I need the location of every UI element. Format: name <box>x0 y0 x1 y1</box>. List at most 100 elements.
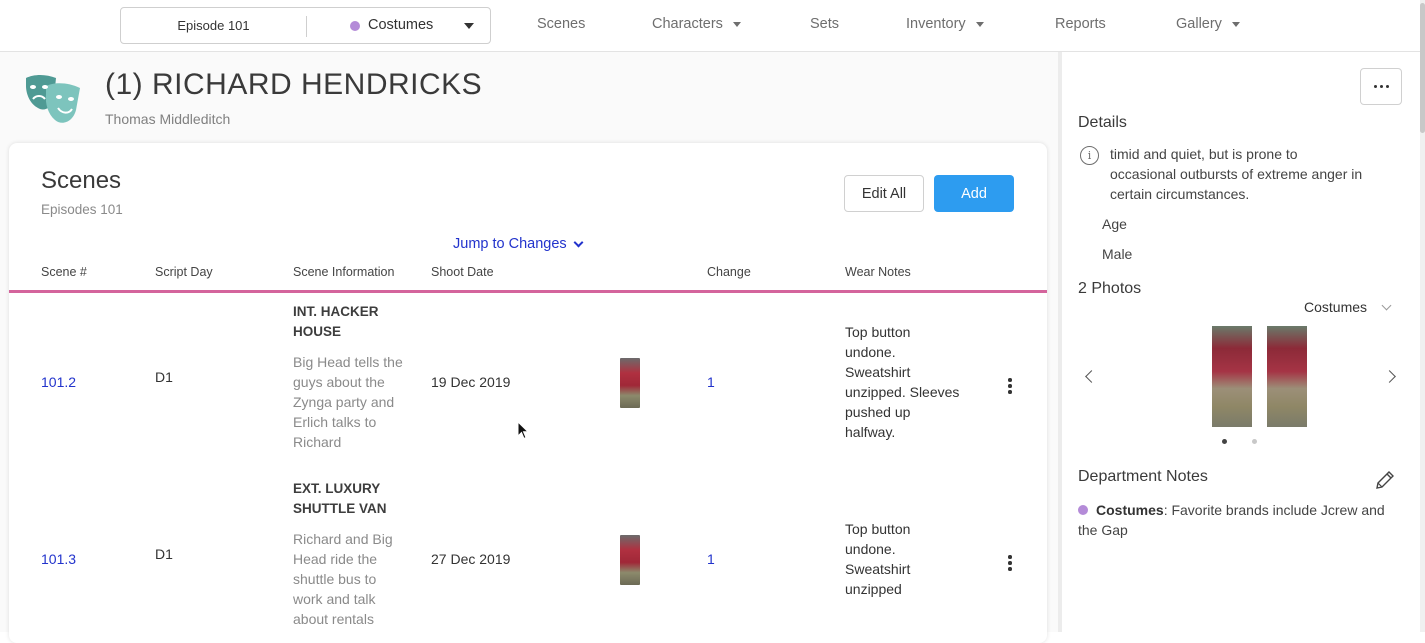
add-scene-button[interactable]: Add <box>934 175 1014 212</box>
change-number-link[interactable]: 1 <box>707 372 715 392</box>
gender-value: Male <box>1102 246 1133 262</box>
scenes-card-subtitle: Episodes 101 <box>41 202 123 217</box>
script-day: D1 <box>155 369 173 385</box>
photos-heading: 2 Photos <box>1078 280 1142 297</box>
wear-notes-line: unzipped <box>845 581 902 597</box>
mouse-cursor-icon <box>517 421 530 440</box>
chevron-down-icon <box>573 237 584 247</box>
pencil-edit-icon[interactable] <box>1374 469 1396 491</box>
change-number-link[interactable]: 1 <box>707 549 715 569</box>
costume-thumbnail[interactable] <box>620 535 640 585</box>
column-header-scene-info[interactable]: Scene Information <box>293 265 394 279</box>
photos-department-label: Costumes <box>1304 299 1368 315</box>
photos-department-dropdown[interactable]: Costumes <box>1304 299 1392 315</box>
wear-notes-line: undone. <box>845 541 896 557</box>
scene-information: EXT. LUXURY SHUTTLE VAN Richard and Big … <box>293 479 423 629</box>
scene-description-line: Zynga party and <box>293 394 395 410</box>
shoot-date: 19 Dec 2019 <box>431 374 511 390</box>
scene-description: Big Head tells the guys about the Zynga … <box>293 352 423 452</box>
scene-description-line: Head ride the <box>293 551 378 567</box>
top-navigation-bar: Episode 101 Costumes Scenes Characters S… <box>0 0 1425 52</box>
description-line: occasional outbursts of extreme anger in <box>1110 166 1363 182</box>
selector-divider <box>306 16 307 37</box>
department-note: Costumes: Favorite brands include Jcrew … <box>1078 500 1408 540</box>
department-note-text-line2: the Gap <box>1078 522 1128 538</box>
details-heading: Details <box>1078 114 1127 131</box>
scene-description-line: about rentals <box>293 611 374 627</box>
nav-inventory-label: Inventory <box>906 16 966 32</box>
chevron-down-icon <box>1381 300 1392 310</box>
caret-down-icon <box>975 21 984 27</box>
jump-to-changes-label: Jump to Changes <box>453 236 567 252</box>
department-color-dot <box>350 21 360 31</box>
column-header-shoot-date[interactable]: Shoot Date <box>431 265 494 279</box>
wear-notes-line: Top button <box>845 324 911 340</box>
department-note-department: Costumes <box>1096 502 1164 518</box>
row-more-menu-icon[interactable] <box>1008 555 1012 571</box>
scene-heading-line: INT. HACKER <box>293 304 379 319</box>
script-day: D1 <box>155 546 173 562</box>
scenes-card-title: Scenes <box>41 167 122 194</box>
info-icon: i <box>1080 146 1099 165</box>
nav-characters-label: Characters <box>652 16 723 32</box>
carousel-dot-active[interactable] <box>1222 439 1227 444</box>
nav-gallery[interactable]: Gallery <box>1176 16 1240 32</box>
scene-number-link[interactable]: 101.2 <box>41 372 76 392</box>
wear-notes-line: Sweatshirt <box>845 561 911 577</box>
nav-characters[interactable]: Characters <box>652 16 741 32</box>
scrollbar-thumb[interactable] <box>1420 3 1425 133</box>
carousel-dot[interactable] <box>1252 439 1257 444</box>
age-label: Age <box>1102 216 1127 232</box>
scene-description-line: Richard and Big <box>293 531 393 547</box>
shoot-date: 27 Dec 2019 <box>431 551 511 567</box>
scene-description-line: work and talk <box>293 591 376 607</box>
nav-sets[interactable]: Sets <box>810 16 839 32</box>
scene-description-line: shuttle bus to <box>293 571 377 587</box>
episode-department-selector[interactable]: Episode 101 Costumes <box>120 7 491 44</box>
caret-down-icon <box>1231 21 1240 27</box>
wear-notes-line: Sweatshirt <box>845 364 911 380</box>
department-notes-heading: Department Notes <box>1078 468 1208 485</box>
column-header-change[interactable]: Change <box>707 265 751 279</box>
caret-down-icon <box>732 21 741 27</box>
scene-heading-line: HOUSE <box>293 324 342 339</box>
episode-selector[interactable]: Episode 101 <box>121 8 306 43</box>
column-header-wear-notes[interactable]: Wear Notes <box>845 265 911 279</box>
costume-thumbnail[interactable] <box>620 358 640 408</box>
more-options-button[interactable] <box>1360 68 1402 105</box>
costume-photo[interactable] <box>1212 326 1252 427</box>
scene-number-link[interactable]: 101.3 <box>41 549 76 569</box>
jump-to-changes-link[interactable]: Jump to Changes <box>453 236 584 252</box>
row-more-menu-icon[interactable] <box>1008 378 1012 394</box>
edit-all-button[interactable]: Edit All <box>844 175 924 212</box>
scene-heading-line: SHUTTLE VAN <box>293 501 387 516</box>
nav-scenes[interactable]: Scenes <box>537 16 585 32</box>
scene-description-line: Erlich talks to <box>293 414 377 430</box>
theater-masks-icon <box>26 75 80 123</box>
description-line: timid and quiet, but is prone to <box>1110 146 1298 162</box>
scene-information: INT. HACKER HOUSE Big Head tells the guy… <box>293 302 423 452</box>
nav-reports[interactable]: Reports <box>1055 16 1106 32</box>
column-header-scene[interactable]: Scene # <box>41 265 87 279</box>
department-selector-label[interactable]: Costumes <box>368 8 433 43</box>
scene-description: Richard and Big Head ride the shuttle bu… <box>293 529 423 629</box>
character-description: timid and quiet, but is prone to occasio… <box>1110 144 1362 204</box>
wear-notes-line: pushed up <box>845 404 911 420</box>
column-header-script-day[interactable]: Script Day <box>155 265 213 279</box>
wear-notes-line: halfway. <box>845 424 896 440</box>
wear-notes-line: Top button <box>845 521 911 537</box>
scene-description-line: Big Head tells the <box>293 354 403 370</box>
description-line: certain circumstances. <box>1110 186 1250 202</box>
scene-description-line: guys about the <box>293 374 385 390</box>
costume-photo[interactable] <box>1267 326 1307 427</box>
scenes-card: Scenes Episodes 101 Edit All Add Jump to… <box>9 143 1047 643</box>
department-note-text: : Favorite brands include Jcrew and <box>1163 502 1385 518</box>
wear-notes-line: undone. <box>845 344 896 360</box>
scene-heading-line: EXT. LUXURY <box>293 481 381 496</box>
scene-description-line: Richard <box>293 434 342 450</box>
character-title: (1) RICHARD HENDRICKS <box>105 68 483 101</box>
nav-inventory[interactable]: Inventory <box>906 16 984 32</box>
caret-down-icon[interactable] <box>464 23 474 29</box>
wear-notes: Top button undone. Sweatshirt unzipped. … <box>845 322 985 442</box>
wear-notes: Top button undone. Sweatshirt unzipped <box>845 519 985 599</box>
